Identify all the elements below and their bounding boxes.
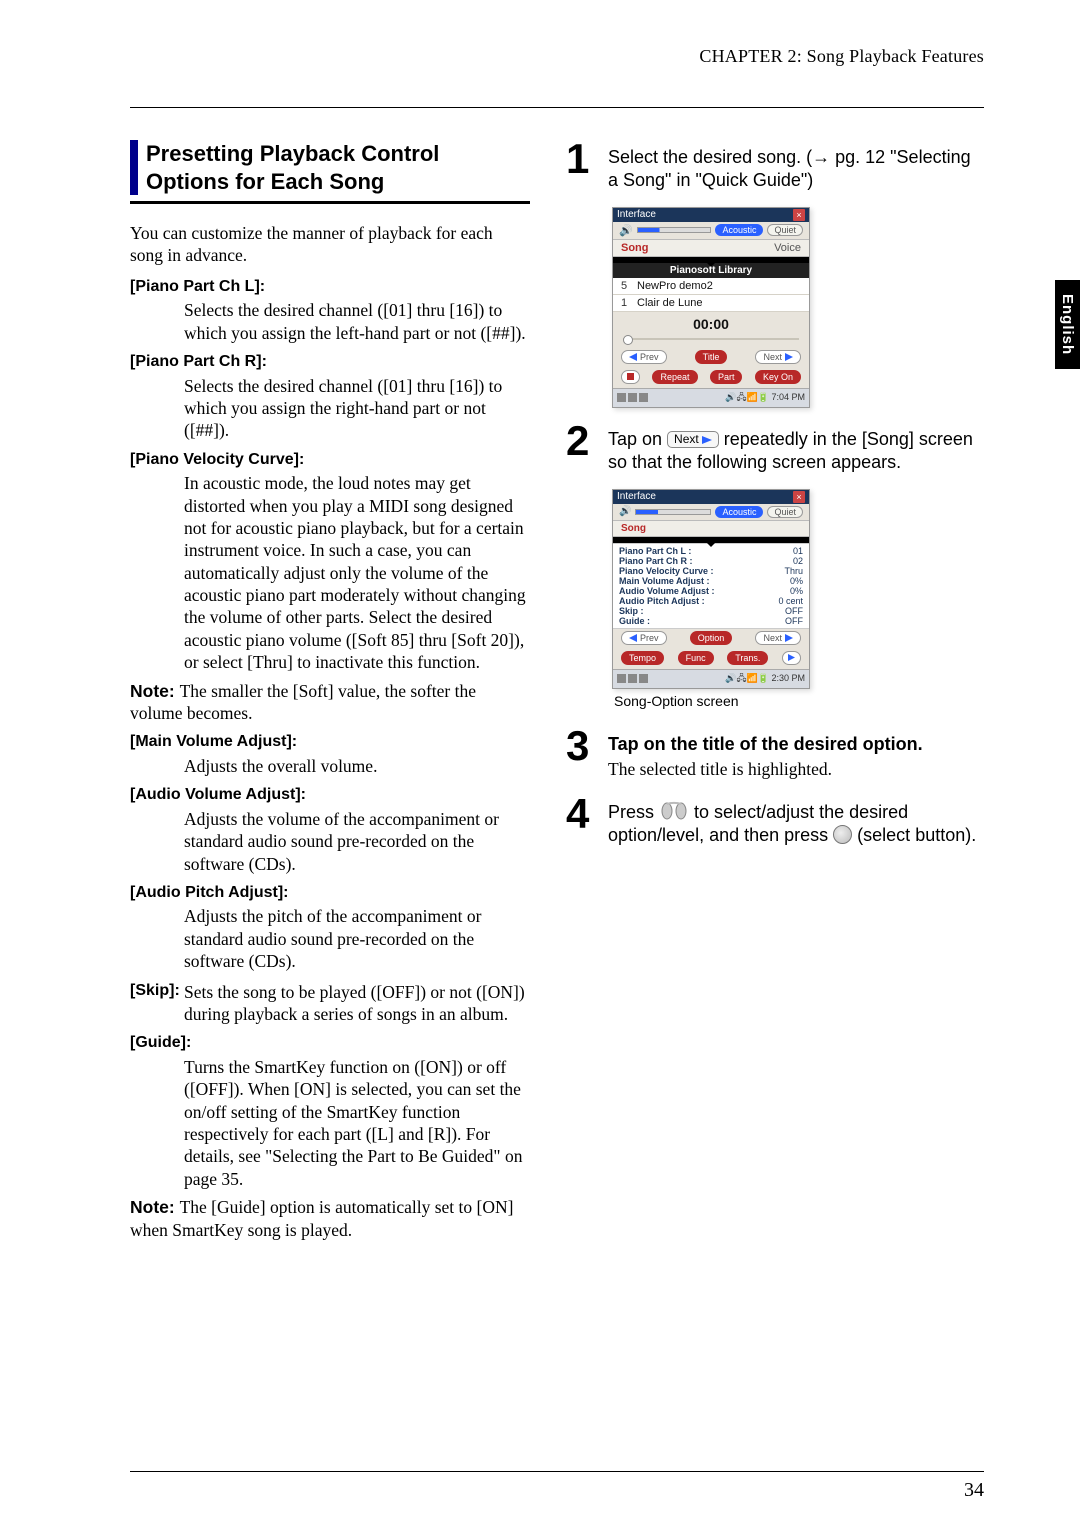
- option-row: Main Volume Adjust :0%: [617, 576, 805, 586]
- section-heading: Presetting Playback Control Options for …: [130, 140, 530, 195]
- step-3-sub: The selected title is highlighted.: [608, 758, 923, 781]
- step-3: 3 Tap on the title of the desired option…: [566, 727, 984, 781]
- song-option-screenshot: Interface× 🔊 Acoustic Quiet Song Piano P…: [612, 489, 810, 689]
- speaker-icon: 🔊: [619, 506, 631, 517]
- def-body-audiopitch: Adjusts the pitch of the accompaniment o…: [184, 905, 530, 972]
- def-body-piano-l: Selects the desired channel ([01] thru […: [184, 299, 530, 344]
- def-label-skip: [Skip]:: [130, 981, 184, 1001]
- section-title-line2: Options for Each Song: [146, 168, 439, 196]
- def-body-guide: Turns the SmartKey function on ([ON]) or…: [184, 1056, 530, 1190]
- note-guide: Note: The [Guide] option is automaticall…: [130, 1196, 530, 1241]
- note-velocity: Note: The smaller the [Soft] value, the …: [130, 680, 530, 725]
- def-body-audiovol: Adjusts the volume of the accompaniment …: [184, 808, 530, 875]
- step-4: 4 Press to select/adjust the desired opt…: [566, 795, 984, 848]
- accent-bar: [130, 140, 138, 195]
- option-row: Audio Pitch Adjust :0 cent: [617, 596, 805, 606]
- heading-rule: [130, 201, 530, 204]
- select-button-icon: [833, 825, 852, 844]
- def-label-piano-r: [Piano Part Ch R]:: [130, 352, 530, 372]
- option-row: Piano Part Ch R :02: [617, 556, 805, 566]
- def-label-piano-l: [Piano Part Ch L]:: [130, 277, 530, 297]
- step-1: 1 Select the desired song. (→ pg. 12 "Se…: [566, 140, 984, 193]
- tray-icons: 🔊🖧📶🔋: [725, 673, 771, 683]
- step-3-text: Tap on the title of the desired option. …: [608, 727, 923, 781]
- def-body-velocity: In acoustic mode, the loud notes may get…: [184, 472, 530, 674]
- def-label-audiopitch: [Audio Pitch Adjust]:: [130, 883, 530, 903]
- close-icon: ×: [793, 491, 805, 503]
- def-body-mainvol: Adjusts the overall volume.: [184, 755, 530, 777]
- speaker-icon: 🔊: [619, 224, 633, 237]
- footer-rule: [130, 1471, 984, 1472]
- tray-icons: 🔊🖧📶🔋: [725, 392, 771, 402]
- option-row: Guide :OFF: [617, 616, 805, 626]
- step-num-1: 1: [566, 140, 598, 178]
- step-num-4: 4: [566, 795, 598, 833]
- def-label-guide: [Guide]:: [130, 1033, 530, 1053]
- language-tab: English: [1055, 280, 1080, 369]
- step-num-3: 3: [566, 727, 598, 765]
- def-label-mainvol: [Main Volume Adjust]:: [130, 732, 530, 752]
- section-intro: You can customize the manner of playback…: [130, 222, 530, 267]
- page-number: 34: [964, 1479, 984, 1502]
- song-screen-screenshot: Interface× 🔊 Acoustic Quiet SongVoice Pi…: [612, 207, 810, 408]
- screenshot-caption: Song-Option screen: [614, 693, 984, 709]
- def-body-skip: Sets the song to be played ([OFF]) or no…: [184, 981, 530, 1026]
- def-label-velocity: [Piano Velocity Curve]:: [130, 450, 530, 470]
- step-num-2: 2: [566, 422, 598, 460]
- running-head: CHAPTER 2: Song Playback Features: [130, 46, 984, 67]
- step-4-text: Press to select/adjust the desired optio…: [608, 795, 984, 848]
- option-row: Audio Volume Adjust :0%: [617, 586, 805, 596]
- next-button-chip: Next: [667, 431, 719, 449]
- play-icon: [782, 651, 801, 665]
- def-label-audiovol: [Audio Volume Adjust]:: [130, 785, 530, 805]
- section-title-line1: Presetting Playback Control: [146, 141, 439, 166]
- dial-icon: [659, 801, 689, 821]
- close-icon: ×: [793, 209, 805, 221]
- option-row: Skip :OFF: [617, 606, 805, 616]
- step-2-text: Tap on Next repeatedly in the [Song] scr…: [608, 422, 984, 475]
- step-1-text: Select the desired song. (→ pg. 12 "Sele…: [608, 140, 984, 193]
- option-row: Piano Velocity Curve :Thru: [617, 566, 805, 576]
- def-body-piano-r: Selects the desired channel ([01] thru […: [184, 375, 530, 442]
- step-2: 2 Tap on Next repeatedly in the [Song] s…: [566, 422, 984, 475]
- stop-icon: [621, 370, 640, 384]
